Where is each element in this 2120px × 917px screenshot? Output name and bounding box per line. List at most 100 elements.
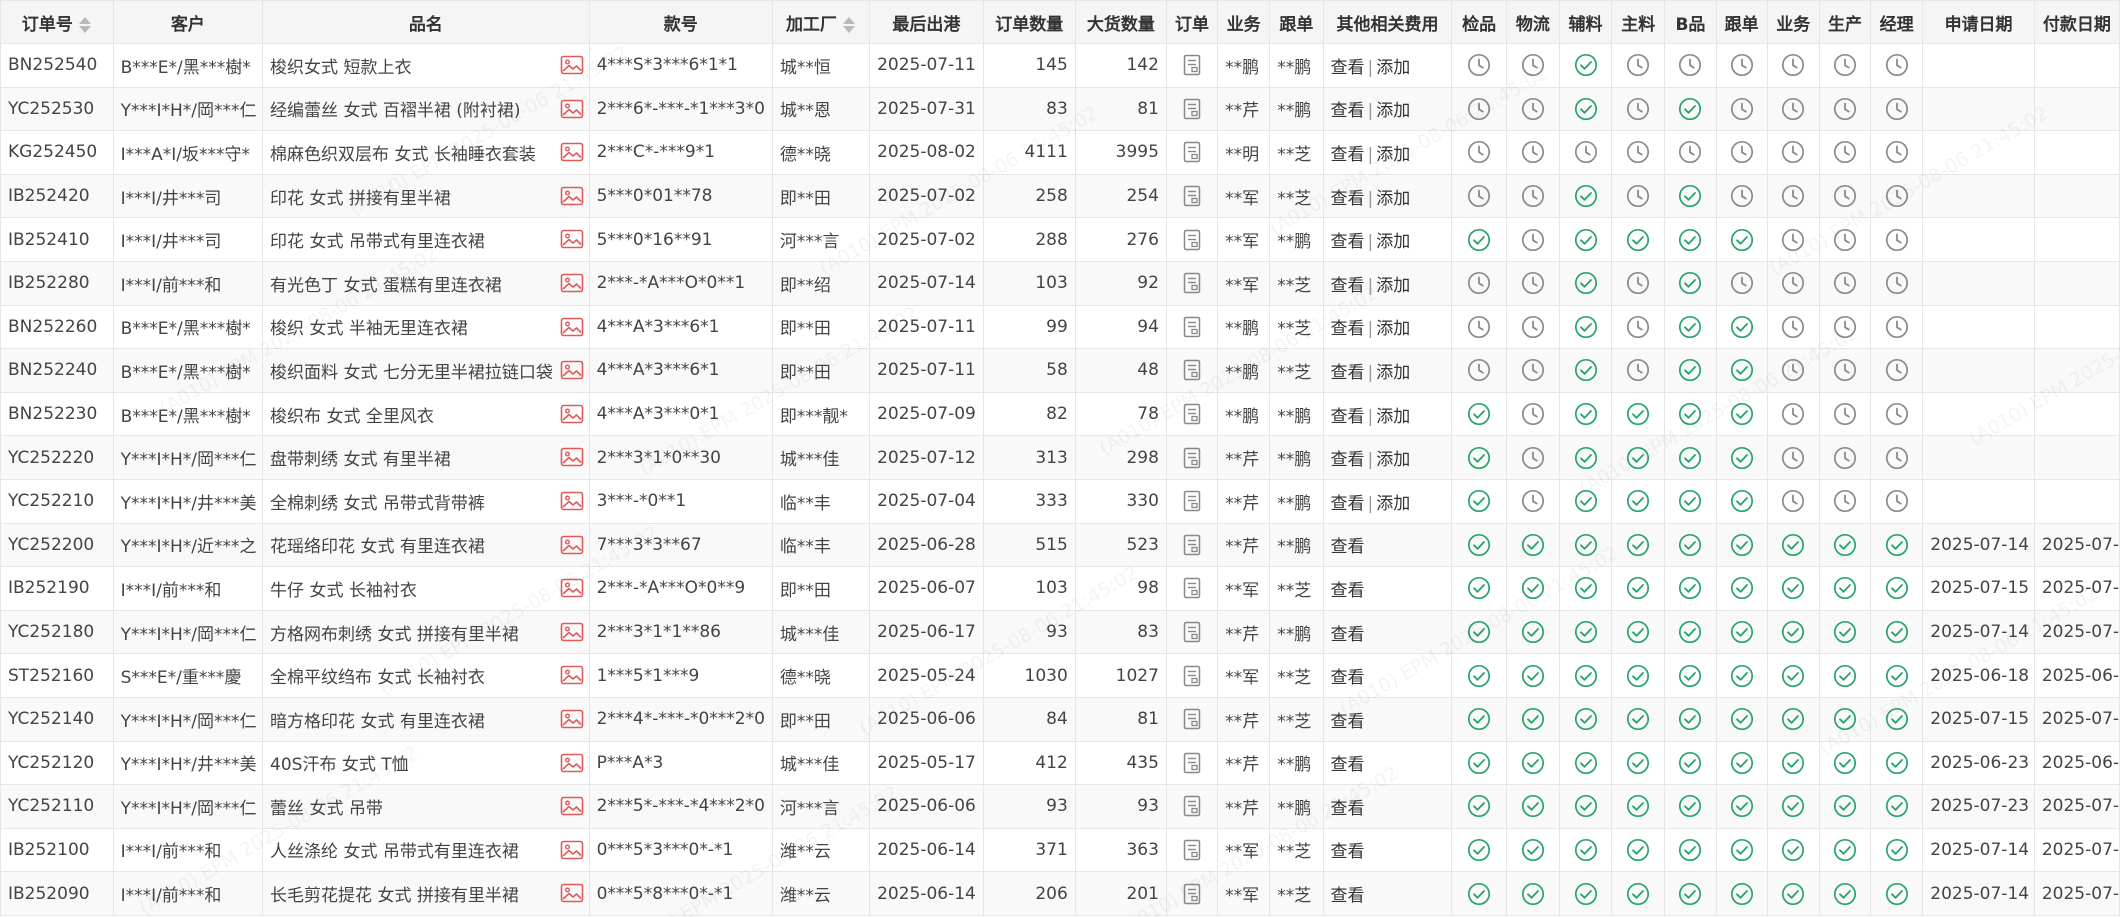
table-row[interactable]: IB252280 I***I/前***和 有光色丁 女式 蛋糕有里连衣裙 2***-*… [0, 260, 2120, 306]
view-link[interactable]: 查看 [1331, 755, 1365, 775]
view-link[interactable]: 查看 [1331, 581, 1365, 601]
add-link[interactable]: 添加 [1376, 494, 1410, 514]
add-link[interactable]: 添加 [1376, 450, 1410, 470]
view-link[interactable]: 查看 [1331, 886, 1365, 906]
image-icon[interactable] [560, 186, 584, 206]
table-row[interactable]: IB252410 I***I/井***司 印花 女式 吊带式有里连衣裙 5***0*1… [0, 217, 2120, 262]
document-icon[interactable] [1174, 229, 1210, 251]
view-link[interactable]: 查看 [1331, 799, 1365, 819]
image-icon[interactable] [560, 753, 584, 773]
image-icon[interactable] [560, 578, 584, 598]
add-link[interactable]: 添加 [1376, 145, 1410, 165]
sort-arrows-icon[interactable] [842, 15, 856, 35]
image-icon[interactable] [560, 99, 584, 119]
table-row[interactable]: IB252090 I***I/前***和 长毛剪花提花 女式 拼接有里半裙 0***5… [0, 871, 2120, 916]
table-row[interactable]: YC252200 Y***I*H*/近***之 花瑶络印花 女式 有里连衣裙 7***… [0, 522, 2120, 568]
table-row[interactable]: KG252450 I***A*I/坂***守* 棉麻色织双层布 女式 长袖睡衣套装 2… [0, 130, 2120, 175]
view-link[interactable]: 查看 [1331, 145, 1365, 165]
table-row[interactable]: YC252210 Y***I*H*/井***美 全棉刺绣 女式 吊带式背带裤 3***… [0, 478, 2120, 524]
document-icon[interactable] [1174, 98, 1210, 120]
document-icon[interactable] [1174, 54, 1210, 76]
document-icon[interactable] [1174, 141, 1210, 163]
view-link[interactable]: 查看 [1331, 625, 1365, 645]
image-icon[interactable] [560, 142, 584, 162]
image-icon[interactable] [560, 229, 584, 249]
image-icon[interactable] [560, 55, 584, 75]
document-icon[interactable] [1174, 447, 1210, 469]
add-link[interactable]: 添加 [1376, 101, 1410, 121]
column-header-order-no[interactable]: 订单号 [0, 0, 114, 44]
view-link[interactable]: 查看 [1331, 276, 1365, 296]
table-row[interactable]: BN252540 B***E*/黑***樹* 梭织女式 短款上衣 4***S*3***… [0, 43, 2120, 88]
image-icon[interactable] [560, 404, 584, 424]
view-link[interactable]: 查看 [1331, 101, 1365, 121]
image-icon[interactable] [560, 317, 584, 337]
document-icon[interactable] [1174, 839, 1210, 861]
document-icon[interactable] [1174, 665, 1210, 687]
view-link[interactable]: 查看 [1331, 232, 1365, 252]
sort-arrows-icon[interactable] [78, 15, 92, 35]
image-icon[interactable] [560, 796, 584, 816]
table-row[interactable]: YC252220 Y***I*H*/岡***仁 盘带刺绣 女式 有里半裙 2***3*… [0, 435, 2120, 480]
add-link[interactable]: 添加 [1376, 407, 1410, 427]
table-row[interactable]: YC252180 Y***I*H*/岡***仁 方格网布刺绣 女式 拼接有里半裙 2*… [0, 609, 2120, 655]
view-link[interactable]: 查看 [1331, 537, 1365, 557]
image-icon[interactable] [560, 273, 584, 293]
document-icon[interactable] [1174, 752, 1210, 774]
view-link[interactable]: 查看 [1331, 494, 1365, 514]
add-link[interactable]: 添加 [1376, 232, 1410, 252]
table-row[interactable]: ST252160 S***E*/重***慶 全棉平纹绉布 女式 长袖衬衣 1***5*… [0, 653, 2120, 698]
view-link[interactable]: 查看 [1331, 189, 1365, 209]
product-name-text: 牛仔 女式 长袖衬衣 [270, 580, 417, 601]
view-link[interactable]: 查看 [1331, 668, 1365, 688]
view-link[interactable]: 查看 [1331, 363, 1365, 383]
document-icon[interactable] [1174, 621, 1210, 643]
view-link[interactable]: 查看 [1331, 450, 1365, 470]
document-icon[interactable] [1174, 185, 1210, 207]
image-icon[interactable] [560, 491, 584, 511]
table-row[interactable]: IB252100 I***I/前***和 人丝涤纶 女式 吊带式有里连衣裙 0***5… [0, 827, 2120, 873]
column-header-factory[interactable]: 加工厂 [771, 0, 871, 44]
bulk-quantity-cell: 94 [1074, 304, 1167, 350]
document-icon[interactable] [1174, 316, 1210, 338]
view-link[interactable]: 查看 [1331, 319, 1365, 339]
view-link[interactable]: 查看 [1331, 58, 1365, 78]
view-link[interactable]: 查看 [1331, 712, 1365, 732]
check-circle-icon [1672, 707, 1708, 731]
image-icon[interactable] [560, 622, 584, 642]
add-link[interactable]: 添加 [1376, 363, 1410, 383]
image-icon[interactable] [560, 535, 584, 555]
check-circle-icon [1827, 533, 1863, 557]
table-row[interactable]: IB252420 I***I/井***司 印花 女式 拼接有里半裙 5***0*01*… [0, 173, 2120, 219]
add-link[interactable]: 添加 [1376, 276, 1410, 296]
table-row[interactable]: YC252140 Y***I*H*/岡***仁 暗方格印花 女式 有里连衣裙 2***… [0, 696, 2120, 742]
document-icon[interactable] [1174, 272, 1210, 294]
document-icon[interactable] [1174, 490, 1210, 512]
add-link[interactable]: 添加 [1376, 58, 1410, 78]
image-icon[interactable] [560, 360, 584, 380]
table-row[interactable]: BN252230 B***E*/黑***樹* 梭织布 女式 全里风衣 4***A*3*… [0, 391, 2120, 437]
document-icon[interactable] [1174, 534, 1210, 556]
add-link[interactable]: 添加 [1376, 319, 1410, 339]
image-icon[interactable] [560, 883, 584, 903]
image-icon[interactable] [560, 840, 584, 860]
view-link[interactable]: 查看 [1331, 407, 1365, 427]
table-row[interactable]: YC252120 Y***I*H*/井***美 40S汗布 女式 T恤 P***A*3… [0, 740, 2120, 786]
table-row[interactable]: YC252530 Y***I*H*/岡***仁 经编蕾丝 女式 百褶半裙 (附衬裙)… [0, 86, 2120, 132]
table-row[interactable]: IB252190 I***I/前***和 牛仔 女式 长袖衬衣 2***-*A***O… [0, 566, 2120, 611]
document-icon[interactable] [1174, 403, 1210, 425]
document-icon[interactable] [1174, 883, 1210, 905]
document-icon[interactable] [1174, 795, 1210, 817]
image-icon[interactable] [560, 447, 584, 467]
table-row[interactable]: YC252110 Y***I*H*/岡***仁 蕾丝 女式 吊带 2***5*-***… [0, 784, 2120, 829]
table-row[interactable]: BN252260 B***E*/黑***樹* 梭织 女式 半袖无里连衣裙 4***A*… [0, 304, 2120, 350]
clock-icon [1514, 315, 1552, 339]
image-icon[interactable] [560, 709, 584, 729]
table-row[interactable]: BN252240 B***E*/黑***樹* 梭织面料 女式 七分无里半裙拉链口袋 4… [0, 348, 2120, 393]
add-link[interactable]: 添加 [1376, 189, 1410, 209]
image-icon[interactable] [560, 665, 584, 685]
view-link[interactable]: 查看 [1331, 842, 1365, 862]
document-icon[interactable] [1174, 577, 1210, 599]
document-icon[interactable] [1174, 359, 1210, 381]
document-icon[interactable] [1174, 708, 1210, 730]
